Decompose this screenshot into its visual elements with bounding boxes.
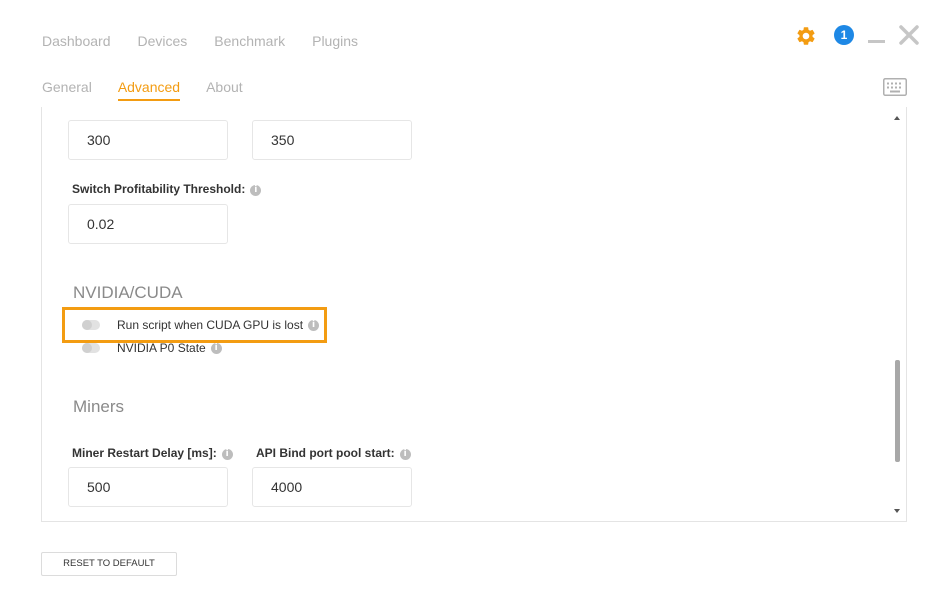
nav-devices[interactable]: Devices bbox=[138, 33, 188, 49]
cuda-lost-label: Run script when CUDA GPU is lost bbox=[117, 318, 304, 332]
info-icon[interactable]: i bbox=[308, 319, 320, 331]
restart-delay-input[interactable]: 500 bbox=[68, 467, 228, 507]
tab-advanced[interactable]: Advanced bbox=[117, 79, 181, 101]
threshold-label: Switch Profitability Threshold: i bbox=[72, 182, 262, 196]
settings-content: 300 350 Switch Profitability Threshold: i… bbox=[42, 107, 892, 521]
scroll-down-arrow-icon[interactable] bbox=[894, 509, 900, 513]
gear-icon[interactable] bbox=[795, 25, 817, 47]
switch-minimum-input[interactable]: 300 bbox=[68, 120, 228, 160]
settings-panel: 300 350 Switch Profitability Threshold: i… bbox=[41, 107, 907, 522]
main-nav: Dashboard Devices Benchmark Plugins bbox=[42, 33, 385, 49]
minimize-icon[interactable] bbox=[868, 40, 885, 43]
info-icon[interactable]: i bbox=[210, 342, 222, 354]
scroll-thumb[interactable] bbox=[895, 360, 900, 462]
settings-tabs: General Advanced About bbox=[42, 79, 269, 101]
miners-section-title: Miners bbox=[73, 397, 125, 416]
switch-maximum-input[interactable]: 350 bbox=[252, 120, 412, 160]
keyboard-icon[interactable] bbox=[883, 78, 907, 96]
p0-state-label: NVIDIA P0 State bbox=[117, 341, 206, 355]
notification-badge[interactable]: 1 bbox=[834, 25, 854, 45]
nav-plugins[interactable]: Plugins bbox=[312, 33, 358, 49]
reset-to-default-button[interactable]: RESET TO DEFAULT bbox=[41, 552, 177, 576]
switch-minimum-label bbox=[72, 107, 75, 114]
cuda-lost-toggle[interactable] bbox=[82, 320, 100, 330]
tab-general[interactable]: General bbox=[42, 79, 92, 101]
info-icon[interactable]: i bbox=[250, 185, 262, 196]
nav-dashboard[interactable]: Dashboard bbox=[42, 33, 111, 49]
restart-delay-label: Miner Restart Delay [ms]: i bbox=[72, 446, 233, 460]
threshold-input[interactable]: 0.02 bbox=[68, 204, 228, 244]
nav-benchmark[interactable]: Benchmark bbox=[214, 33, 285, 49]
close-icon[interactable] bbox=[898, 24, 920, 46]
api-port-input[interactable]: 4000 bbox=[252, 467, 412, 507]
scroll-up-arrow-icon[interactable] bbox=[894, 116, 900, 120]
tab-about[interactable]: About bbox=[206, 79, 243, 101]
vertical-scrollbar[interactable] bbox=[890, 107, 906, 521]
nvidia-section-title: NVIDIA/CUDA bbox=[73, 283, 183, 302]
window-controls: 1 bbox=[749, 0, 949, 70]
api-port-label: API Bind port pool start: i bbox=[256, 446, 411, 460]
info-icon[interactable]: i bbox=[221, 449, 233, 460]
cuda-lost-toggle-row: Run script when CUDA GPU is lost i bbox=[82, 315, 320, 335]
info-icon[interactable]: i bbox=[399, 449, 411, 460]
p0-state-toggle[interactable] bbox=[82, 343, 100, 353]
p0-state-toggle-row: NVIDIA P0 State i bbox=[82, 338, 222, 358]
